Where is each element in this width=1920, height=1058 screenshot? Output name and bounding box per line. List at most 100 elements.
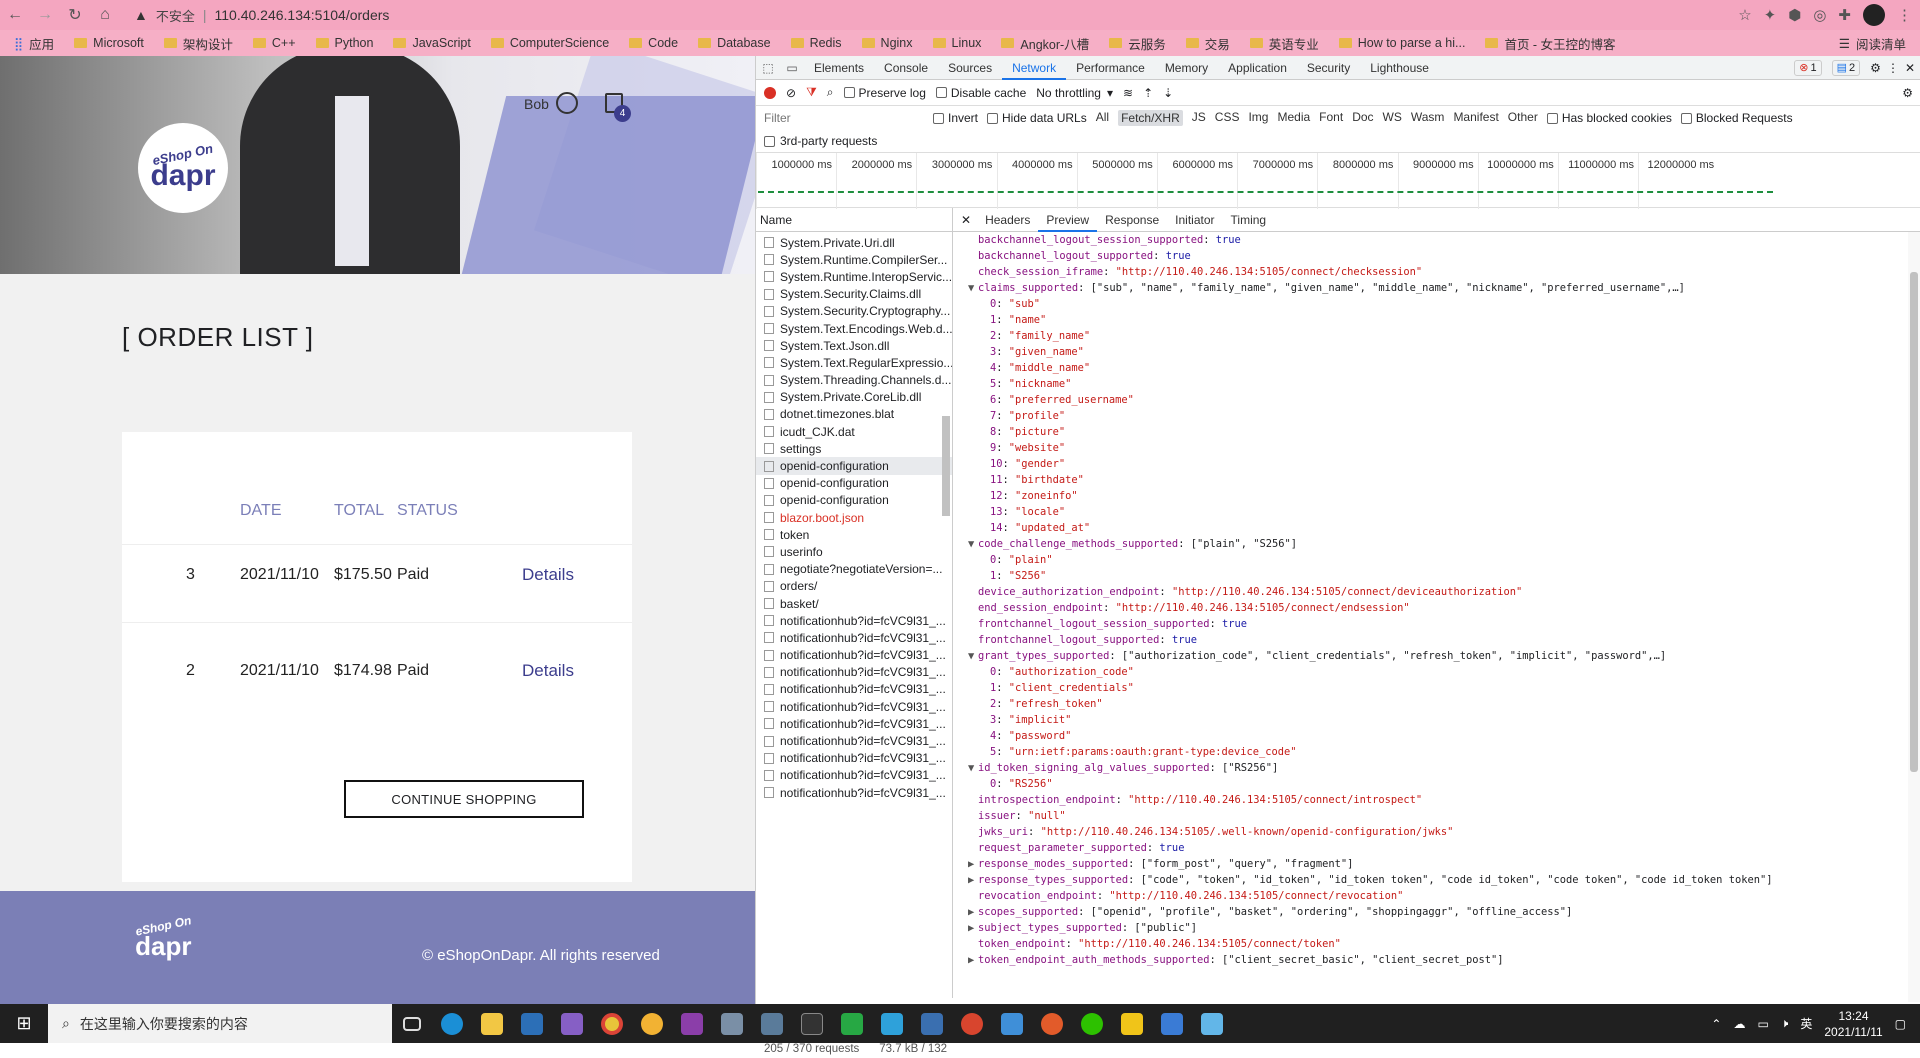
type-filter-other[interactable]: Other	[1508, 110, 1538, 126]
request-row[interactable]: blazor.boot.json	[756, 509, 952, 526]
bookmark-item[interactable]: Linux	[932, 36, 981, 50]
json-line[interactable]: ▶ response_modes_supported: ["form_post",…	[968, 856, 1920, 872]
request-row[interactable]: notificationhub?id=fcVC9l31_...	[756, 612, 952, 629]
site-logo[interactable]: eShop On dapr	[138, 123, 228, 213]
notification-icon[interactable]: ▢	[1895, 1017, 1906, 1031]
filter-icon[interactable]: ⧩	[806, 85, 817, 100]
app-icon[interactable]	[1112, 1004, 1152, 1043]
detail-tab-headers[interactable]: Headers	[977, 208, 1038, 232]
edge-icon[interactable]	[432, 1004, 472, 1043]
json-line[interactable]: ▶ subject_types_supported: ["public"]	[968, 920, 1920, 936]
request-row[interactable]: System.Runtime.InteropServic...	[756, 268, 952, 285]
name-column-header[interactable]: Name	[756, 208, 952, 232]
request-row[interactable]: icudt_CJK.dat	[756, 423, 952, 440]
json-line[interactable]: ▼ claims_supported: ["sub", "name", "fami…	[968, 280, 1920, 296]
invert-checkbox[interactable]: Invert	[933, 111, 978, 125]
app-icon[interactable]	[1192, 1004, 1232, 1043]
collapsed-arrow-icon[interactable]: ▶	[968, 856, 978, 872]
ime-indicator[interactable]: 英	[1800, 1015, 1812, 1032]
export-har-icon[interactable]: ⇣	[1163, 86, 1173, 100]
request-row[interactable]: System.Text.RegularExpressio...	[756, 354, 952, 371]
task-view-icon[interactable]	[392, 1004, 432, 1043]
address-bar[interactable]: ▲ 不安全 | 110.40.246.134:5104/orders	[126, 3, 1686, 27]
settings-gear-icon[interactable]: ⚙	[1870, 61, 1881, 75]
request-row[interactable]: negotiate?negotiateVersion=...	[756, 561, 952, 578]
extension-icon[interactable]: ✦	[1764, 6, 1777, 24]
bookmark-apps[interactable]: ⣿ 应用	[14, 34, 54, 53]
details-link[interactable]: Details	[522, 661, 574, 681]
menu-icon[interactable]: ⋮	[1897, 6, 1912, 24]
throttling-select[interactable]: No throttling ▾	[1036, 86, 1113, 100]
request-row[interactable]: basket/	[756, 595, 952, 612]
json-line[interactable]: ▼ id_token_signing_alg_values_supported: …	[968, 760, 1920, 776]
collapsed-arrow-icon[interactable]: ▶	[968, 952, 978, 968]
taskbar-search[interactable]: ⌕ 在这里输入你要搜索的内容	[48, 1004, 392, 1043]
tab-elements[interactable]: Elements	[804, 56, 874, 80]
message-badge[interactable]: ▤ 2	[1831, 59, 1861, 76]
type-filter-media[interactable]: Media	[1277, 110, 1310, 126]
request-row[interactable]: notificationhub?id=fcVC9l31_...	[756, 784, 952, 801]
request-row[interactable]: System.Security.Cryptography...	[756, 303, 952, 320]
chrome-icon[interactable]	[592, 1004, 632, 1043]
bookmark-item[interactable]: Nginx	[861, 36, 913, 50]
request-row[interactable]: notificationhub?id=fcVC9l31_...	[756, 647, 952, 664]
user-icon[interactable]	[556, 92, 578, 114]
forward-icon[interactable]: →	[30, 0, 60, 30]
extension-icon-3[interactable]: ◎	[1813, 6, 1826, 24]
request-row[interactable]: notificationhub?id=fcVC9l31_...	[756, 681, 952, 698]
bookmark-item[interactable]: Database	[698, 36, 771, 50]
type-filter-doc[interactable]: Doc	[1352, 110, 1373, 126]
taskbar-clock[interactable]: 13:24 2021/11/11	[1824, 1008, 1882, 1040]
type-filter-manifest[interactable]: Manifest	[1453, 110, 1498, 126]
bookmark-star-icon[interactable]: ☆	[1738, 6, 1751, 24]
scrollbar-thumb[interactable]	[1910, 272, 1918, 772]
details-link[interactable]: Details	[522, 565, 574, 585]
bookmark-item[interactable]: 架构设计	[163, 34, 233, 53]
app-icon[interactable]	[1152, 1004, 1192, 1043]
network-overview-timeline[interactable]: 1000000 ms 2000000 ms 3000000 ms 4000000 ms…	[756, 152, 1920, 209]
inspect-element-icon[interactable]: ⬚	[756, 56, 780, 80]
request-row[interactable]: notificationhub?id=fcVC9l31_...	[756, 629, 952, 646]
request-row[interactable]: System.Runtime.CompilerSer...	[756, 251, 952, 268]
request-row[interactable]: System.Text.Json.dll	[756, 337, 952, 354]
preview-scrollbar[interactable]	[1908, 232, 1920, 1002]
preserve-log-checkbox[interactable]: Preserve log	[843, 86, 926, 100]
detail-tab-preview[interactable]: Preview	[1038, 208, 1098, 232]
onenote-icon[interactable]	[672, 1004, 712, 1043]
reading-list[interactable]: ☰ 阅读清单	[1839, 30, 1906, 56]
filter-input[interactable]	[764, 109, 924, 127]
terminal-icon[interactable]	[792, 1004, 832, 1043]
expanded-arrow-icon[interactable]: ▼	[968, 280, 978, 296]
close-details-icon[interactable]: ✕	[961, 213, 971, 227]
app-icon[interactable]	[912, 1004, 952, 1043]
app-icon[interactable]	[872, 1004, 912, 1043]
scrollbar-thumb[interactable]	[942, 416, 950, 516]
extension-icon-2[interactable]: ⬢	[1788, 6, 1801, 24]
request-row[interactable]: notificationhub?id=fcVC9l31_...	[756, 664, 952, 681]
request-row[interactable]: orders/	[756, 578, 952, 595]
app-icon[interactable]	[952, 1004, 992, 1043]
import-har-icon[interactable]: ⇡	[1143, 86, 1153, 100]
bookmark-item[interactable]: Angkor-八槽	[1001, 34, 1089, 53]
tab-sources[interactable]: Sources	[938, 56, 1002, 80]
tab-performance[interactable]: Performance	[1066, 56, 1155, 80]
bookmark-item[interactable]: ComputerScience	[490, 36, 609, 50]
request-row[interactable]: System.Private.CoreLib.dll	[756, 389, 952, 406]
app-icon[interactable]	[992, 1004, 1032, 1043]
device-toolbar-icon[interactable]: ▭	[780, 56, 804, 80]
tab-network[interactable]: Network	[1002, 56, 1067, 80]
wechat-icon[interactable]	[1072, 1004, 1112, 1043]
expanded-arrow-icon[interactable]: ▼	[968, 760, 978, 776]
record-icon[interactable]	[764, 86, 776, 99]
more-options-icon[interactable]: ⋮	[1887, 61, 1899, 75]
type-filter-wasm[interactable]: Wasm	[1411, 110, 1445, 126]
bookmark-item[interactable]: 首页 - 女王控的博客	[1485, 34, 1616, 53]
tab-memory[interactable]: Memory	[1155, 56, 1218, 80]
user-name[interactable]: Bob	[524, 96, 549, 112]
request-row[interactable]: System.Threading.Channels.d...	[756, 372, 952, 389]
request-row[interactable]: System.Security.Claims.dll	[756, 286, 952, 303]
request-row[interactable]: System.Text.Encodings.Web.d...	[756, 320, 952, 337]
close-icon[interactable]: ✕	[1905, 61, 1915, 75]
error-badge[interactable]: ⊗ 1	[1794, 59, 1822, 76]
expanded-arrow-icon[interactable]: ▼	[968, 536, 978, 552]
